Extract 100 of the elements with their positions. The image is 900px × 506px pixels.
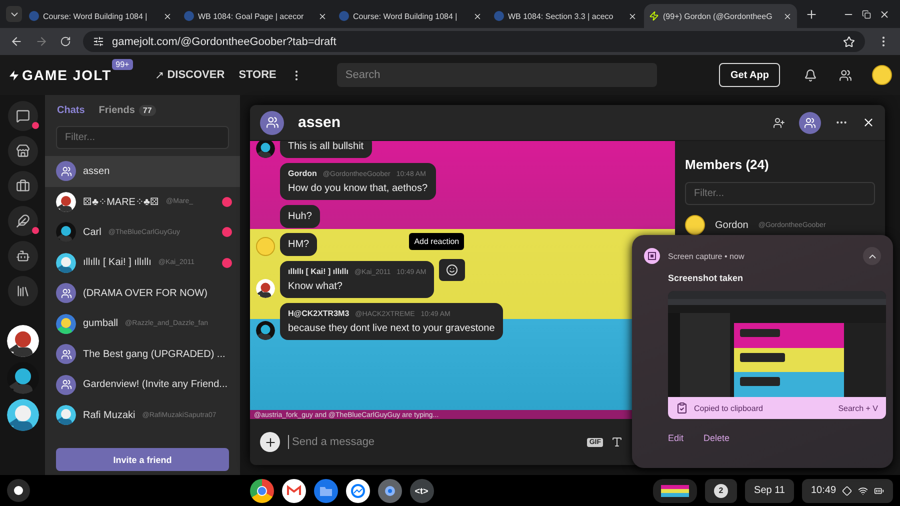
browser-tab[interactable]: WB 1084: Goal Page | acecor	[179, 4, 332, 28]
group-icon	[56, 344, 76, 364]
gear-app-icon[interactable]	[378, 478, 402, 502]
forward-icon[interactable]	[35, 35, 48, 48]
chat-item[interactable]: (DRAMA OVER FOR NOW)	[45, 278, 240, 308]
bag-rail-button[interactable]	[8, 171, 38, 201]
shortcut-text: Search + V	[838, 404, 878, 412]
tab-search-button[interactable]	[6, 6, 22, 22]
back-icon[interactable]	[10, 35, 23, 48]
close-icon[interactable]	[862, 116, 875, 129]
chat-name: ıllıllı [ Kai! ] ıllıllı	[83, 257, 152, 268]
chat-rail-button[interactable]	[8, 101, 38, 131]
emoji-icon[interactable]	[872, 65, 892, 85]
notification-action[interactable]: Edit	[668, 433, 684, 443]
discover-link[interactable]: DISCOVER	[155, 69, 225, 81]
text-format-icon[interactable]	[611, 436, 623, 448]
chat-name: ⚄♣⁘MARE⁘♣⚄	[83, 196, 160, 208]
store-icon	[16, 144, 30, 158]
site-icon	[494, 11, 504, 21]
get-app-button[interactable]: Get App	[719, 63, 780, 87]
chat-list-tab[interactable]: Chats	[57, 105, 85, 116]
chat-item[interactable]: Gardenview! (Invite any Friend...	[45, 370, 240, 400]
address-bar[interactable]: gamejolt.com/@GordontheeGoober?tab=draft	[83, 31, 865, 52]
date-button[interactable]: Sep 11	[745, 478, 794, 502]
folder-app-icon[interactable]	[314, 478, 338, 502]
chat-item[interactable]: The Best gang (UPGRADED) ...	[45, 339, 240, 370]
chat-name: Rafi Muzaki	[83, 410, 136, 421]
notification-badge: 99+	[112, 59, 134, 70]
clock-text: 10:49	[810, 485, 836, 496]
friend-count: 77	[138, 105, 156, 116]
chat-name: Carl	[83, 226, 102, 238]
message-text: This is all bullshit	[288, 141, 364, 152]
robot-rail-button[interactable]	[8, 241, 38, 271]
chat-item[interactable]: assen	[45, 156, 240, 186]
filter-field[interactable]: Filter...	[56, 126, 229, 149]
add-member-icon[interactable]	[773, 116, 785, 128]
notification-action[interactable]: Delete	[704, 433, 730, 443]
chat-title: assen	[298, 114, 341, 131]
chat-name: (DRAMA OVER FOR NOW)	[83, 288, 208, 299]
game-jolt-logo[interactable]: GAME JOLT	[8, 67, 112, 83]
site-settings-icon[interactable]	[93, 36, 104, 47]
notification-source: Screen capture • now	[668, 252, 744, 260]
status-tray[interactable]: 10:49	[802, 478, 894, 502]
bell-icon[interactable]	[804, 68, 817, 82]
restore-icon[interactable]	[862, 10, 871, 18]
bag-icon	[16, 179, 30, 193]
wifi-icon	[858, 486, 868, 496]
chat-name: assen	[83, 166, 110, 177]
notification-title: Screenshot taken	[668, 273, 744, 283]
group-icon[interactable]	[799, 112, 821, 134]
attach-button[interactable]	[260, 432, 280, 452]
terminal-app-button[interactable]: <t>	[410, 478, 434, 502]
emoji-icon	[685, 215, 705, 235]
launcher-button[interactable]	[7, 479, 30, 502]
close-icon[interactable]	[318, 12, 327, 20]
screen-capture-icon	[644, 248, 660, 264]
bookmark-star-icon[interactable]	[843, 36, 855, 48]
notification-count-button[interactable]: 2	[705, 478, 738, 502]
diamond-icon	[842, 486, 852, 496]
library-rail-button[interactable]	[8, 276, 38, 306]
close-icon[interactable]	[879, 8, 890, 20]
url-text: gamejolt.com/@GordontheeGoober?tab=draft	[112, 36, 336, 48]
add-reaction-button[interactable]	[439, 259, 466, 281]
close-icon[interactable]	[628, 12, 637, 20]
close-icon[interactable]	[163, 12, 172, 20]
message-text: How do you know that, aethos?	[288, 183, 428, 194]
message-text: because they dont live next to your gravestone	[288, 323, 495, 334]
group-icon	[56, 283, 76, 304]
message-field[interactable]: Send a message	[288, 435, 580, 449]
reload-icon[interactable]	[60, 36, 71, 47]
collapse-button[interactable]	[863, 247, 881, 265]
new-tab-icon[interactable]	[805, 8, 818, 20]
filter-field[interactable]: Filter...	[685, 182, 875, 205]
quill-rail-button[interactable]	[8, 206, 38, 236]
smile-icon	[446, 264, 458, 276]
message-author: H@CK2XTR3M3	[288, 309, 350, 318]
close-icon[interactable]	[473, 12, 482, 20]
browser-tab[interactable]: WB 1084: Section 3.3 | aceco	[489, 4, 642, 28]
library-icon	[16, 284, 30, 298]
people-icon[interactable]	[839, 68, 852, 82]
quill-icon	[16, 214, 30, 228]
group-icon	[56, 374, 76, 395]
browser-tab[interactable]: Course: Word Building 1084 |	[334, 4, 487, 28]
chat-list-tab[interactable]: Friends 77	[98, 105, 156, 116]
search-field[interactable]: Search	[337, 63, 658, 87]
browser-tab[interactable]: (99+) Gordon (@GordontheeG	[644, 4, 797, 28]
browser-tab[interactable]: Course: Word Building 1084 |	[24, 4, 177, 28]
site-icon	[184, 11, 194, 21]
clipboard-icon	[676, 402, 688, 414]
store-rail-button[interactable]	[8, 136, 38, 166]
browser-app-icon[interactable]	[250, 478, 274, 502]
message-author: ıllıllı [ Kai! ] ıllıllı	[288, 267, 348, 276]
chat-name: gumball	[83, 318, 118, 330]
messenger-app-icon[interactable]	[346, 478, 370, 502]
message-text: HM?	[288, 239, 310, 250]
invite-button[interactable]: Invite a friend	[56, 448, 229, 471]
mail-app-icon[interactable]	[282, 478, 306, 502]
close-icon[interactable]	[783, 12, 792, 20]
copied-text: Copied to clipboard	[694, 404, 763, 412]
store-link[interactable]: STORE	[238, 69, 276, 81]
